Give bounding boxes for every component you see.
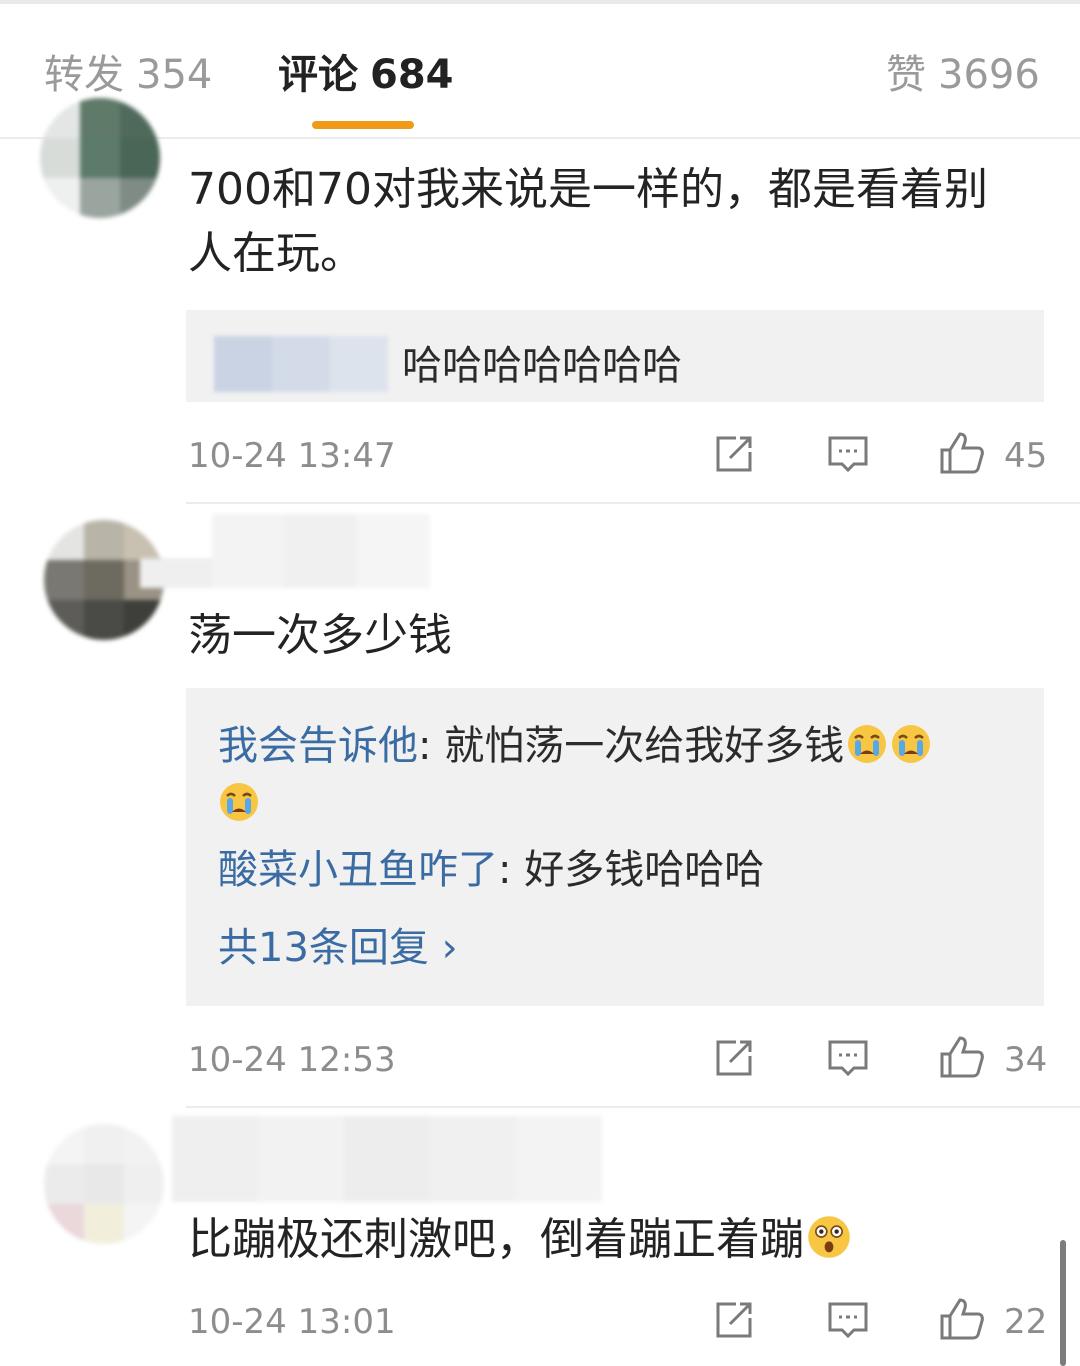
like-count: 22 xyxy=(1004,1302,1048,1342)
thumbs-up-icon[interactable] xyxy=(938,1296,986,1342)
comment-icon[interactable] xyxy=(826,1298,870,1342)
reply-preview[interactable]: 我会告诉他: 就怕荡一次给我好多钱 酸菜小丑鱼咋了: 好多钱哈哈哈 共13条回复… xyxy=(186,688,1044,1006)
comment-divider xyxy=(186,1106,1080,1108)
tab-comments-count: 684 xyxy=(370,52,454,98)
blurred-username xyxy=(140,514,432,588)
tab-reposts-count: 354 xyxy=(136,52,213,98)
scrollbar[interactable] xyxy=(1060,1240,1066,1366)
tab-likes-count: 3696 xyxy=(938,52,1040,98)
crying-face-emoji xyxy=(220,783,258,821)
repost-icon[interactable] xyxy=(712,432,756,476)
comment-icon[interactable] xyxy=(826,1036,870,1080)
like-count: 34 xyxy=(1004,1040,1048,1080)
reply-text: 好多钱哈哈哈 xyxy=(524,847,765,893)
reply-username[interactable]: 我会告诉他 xyxy=(218,723,418,769)
comment-text: 荡一次多少钱 xyxy=(188,610,452,661)
comment-time: 10-24 12:53 xyxy=(188,1040,396,1080)
top-edge xyxy=(0,0,1080,4)
like-count: 45 xyxy=(1004,436,1048,476)
comment-time: 10-24 13:01 xyxy=(188,1302,396,1342)
reply-text: 就怕荡一次给我好多钱 xyxy=(444,723,845,769)
reply-item: 酸菜小丑鱼咋了: 好多钱哈哈哈 xyxy=(218,842,764,898)
repost-icon[interactable] xyxy=(712,1298,756,1342)
blurred-username xyxy=(172,1116,648,1202)
comment-divider xyxy=(186,502,1080,504)
reply-text: 哈哈哈哈哈哈哈 xyxy=(402,343,682,389)
thumbs-up-icon[interactable] xyxy=(938,1034,986,1080)
avatar[interactable] xyxy=(44,1124,164,1244)
comment-text-content: 比蹦极还刺激吧，倒着蹦正着蹦 xyxy=(188,1214,804,1265)
more-replies-link[interactable]: 共13条回复 › xyxy=(218,920,458,976)
repost-icon[interactable] xyxy=(712,1036,756,1080)
comment-icon[interactable] xyxy=(826,432,870,476)
tab-reposts-label: 转发 xyxy=(44,52,124,98)
active-tab-indicator xyxy=(312,121,414,129)
reply-preview[interactable]: 哈哈哈哈哈哈哈 xyxy=(186,310,1044,402)
astonished-face-emoji xyxy=(808,1216,850,1258)
tabs-divider xyxy=(0,137,1080,139)
reply-item-continued xyxy=(218,776,260,832)
reply-username[interactable]: 酸菜小丑鱼咋了 xyxy=(218,847,498,893)
tab-comments-label: 评论 xyxy=(278,52,358,98)
reply-item: 我会告诉他: 就怕荡一次给我好多钱 xyxy=(218,718,932,774)
tab-comments[interactable]: 评论 684 xyxy=(278,50,454,100)
tab-likes[interactable]: 赞 3696 xyxy=(886,50,1040,100)
crying-face-emoji xyxy=(848,725,887,763)
comment-time: 10-24 13:47 xyxy=(188,436,396,476)
reply-separator: : xyxy=(418,723,445,769)
tab-likes-label: 赞 xyxy=(886,52,926,98)
reply-separator: : xyxy=(498,847,525,893)
comment-text: 比蹦极还刺激吧，倒着蹦正着蹦 xyxy=(188,1208,852,1272)
blurred-username xyxy=(214,316,390,396)
tab-reposts[interactable]: 转发 354 xyxy=(44,50,212,100)
comment-text: 700和70对我来说是一样的，都是看着别人在玩。 xyxy=(188,164,988,279)
thumbs-up-icon[interactable] xyxy=(938,430,986,476)
avatar[interactable] xyxy=(40,98,160,218)
crying-face-emoji xyxy=(892,725,931,763)
